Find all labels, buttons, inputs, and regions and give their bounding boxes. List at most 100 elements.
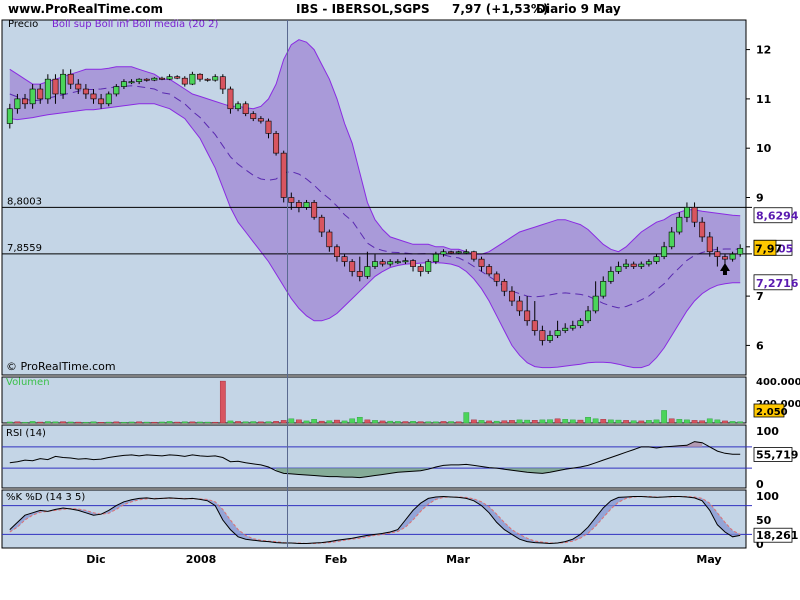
candle-down: [493, 273, 500, 282]
volume-bar: [509, 420, 515, 424]
reference-line-label: 8,8003: [7, 196, 42, 207]
volume-bar: [737, 421, 744, 424]
candle-up: [402, 260, 409, 263]
candle-down: [295, 202, 302, 208]
candle-down: [181, 77, 188, 85]
candle-down: [333, 246, 340, 257]
volume-bar: [98, 422, 104, 424]
x-tick-label: 2008: [186, 553, 217, 566]
candle-up: [120, 81, 127, 87]
volume-bar: [539, 419, 546, 424]
volume-bar: [113, 421, 120, 424]
volume-bar: [630, 420, 637, 424]
volume-bar: [668, 418, 675, 424]
volume-bar: [417, 421, 424, 424]
volume-bar: [105, 421, 112, 424]
volume-bar: [448, 421, 454, 424]
candle-down: [318, 216, 325, 233]
candle-up: [737, 247, 744, 255]
candle-down: [691, 207, 698, 223]
volume-bar: [615, 419, 622, 424]
volume-bar: [136, 421, 143, 424]
price-tick-label: 7: [756, 290, 764, 303]
stoch-panel: [1, 489, 747, 549]
candle-up: [235, 103, 242, 110]
volume-bar: [387, 420, 394, 424]
candle-up: [668, 231, 675, 248]
volume-bar: [486, 420, 492, 424]
candle-down: [219, 76, 226, 90]
volume-bar: [83, 421, 89, 424]
candle-down: [288, 197, 295, 203]
candle-up: [607, 271, 614, 282]
volume-bar: [128, 421, 135, 424]
candle-up: [455, 251, 462, 254]
volume-bar: [463, 412, 470, 424]
candle-down: [280, 152, 287, 198]
candle-up: [638, 263, 645, 267]
volume-bar: [433, 421, 439, 424]
volume-bar: [661, 410, 667, 424]
volume-bar: [258, 421, 264, 424]
candle-down: [227, 88, 234, 110]
price-tick-label: 9: [756, 192, 764, 205]
candle-up: [676, 216, 683, 233]
volume-bar: [174, 421, 181, 424]
volume-bar: [691, 420, 698, 424]
candle-down: [508, 290, 515, 302]
reference-line-label: 7,8559: [7, 243, 42, 254]
volume-panel: [1, 376, 747, 424]
rsi-panel-title: RSI (14): [6, 428, 46, 439]
volume-bar: [714, 419, 721, 424]
volume-bar: [212, 421, 219, 424]
candle-up: [653, 256, 660, 262]
price-tick-label: 11: [756, 93, 771, 106]
volume-bar: [90, 421, 97, 424]
volume-bar: [410, 421, 416, 424]
volume-bar: [585, 417, 591, 424]
candle-down: [257, 118, 264, 122]
volume-bar: [273, 421, 279, 424]
volume-bar: [547, 419, 553, 424]
volume-bar: [516, 419, 523, 424]
candle-down: [486, 266, 493, 275]
candle-down: [349, 261, 356, 272]
volume-bar: [623, 420, 629, 424]
volume-panel-title: Volumen: [6, 377, 50, 388]
volume-bar: [121, 421, 127, 424]
stochastic-tick-label: 50: [756, 514, 772, 527]
candle-down: [75, 83, 82, 90]
candle-up: [151, 77, 158, 81]
volume-bar: [471, 419, 477, 424]
volume-bar: [280, 420, 287, 424]
stochastic-tick-label: 100: [756, 490, 779, 503]
candle-up: [166, 76, 173, 80]
candle-down: [448, 251, 455, 254]
watermark: © ProRealTime.com: [6, 360, 116, 373]
candle-up: [729, 253, 736, 260]
volume-last-value: 2.050: [756, 407, 788, 418]
candle-down: [265, 120, 272, 134]
candle-down: [478, 258, 485, 267]
candle-down: [410, 260, 417, 267]
candle-down: [174, 76, 181, 79]
candle-down: [98, 98, 105, 105]
volume-tick-label: 400.000: [756, 377, 800, 388]
candle-up: [6, 108, 13, 124]
volume-bar: [75, 421, 82, 424]
candle-up: [623, 263, 630, 267]
volume-bar: [67, 421, 74, 424]
chart-canvas[interactable]: 8,80037,855967891011128,62947,2716057,97…: [0, 0, 800, 600]
candle-down: [699, 221, 706, 238]
price-panel-title: Precio: [8, 19, 38, 30]
candle-down: [501, 281, 508, 292]
candle-up: [661, 246, 668, 257]
volume-bar: [242, 421, 249, 424]
candle-up: [645, 261, 652, 265]
rsi-last-value: 55,719: [756, 448, 798, 461]
candle-down: [143, 78, 150, 81]
volume-bar: [638, 420, 645, 424]
volume-bar: [6, 421, 13, 424]
volume-bar: [653, 419, 660, 424]
volume-bar: [303, 420, 310, 424]
